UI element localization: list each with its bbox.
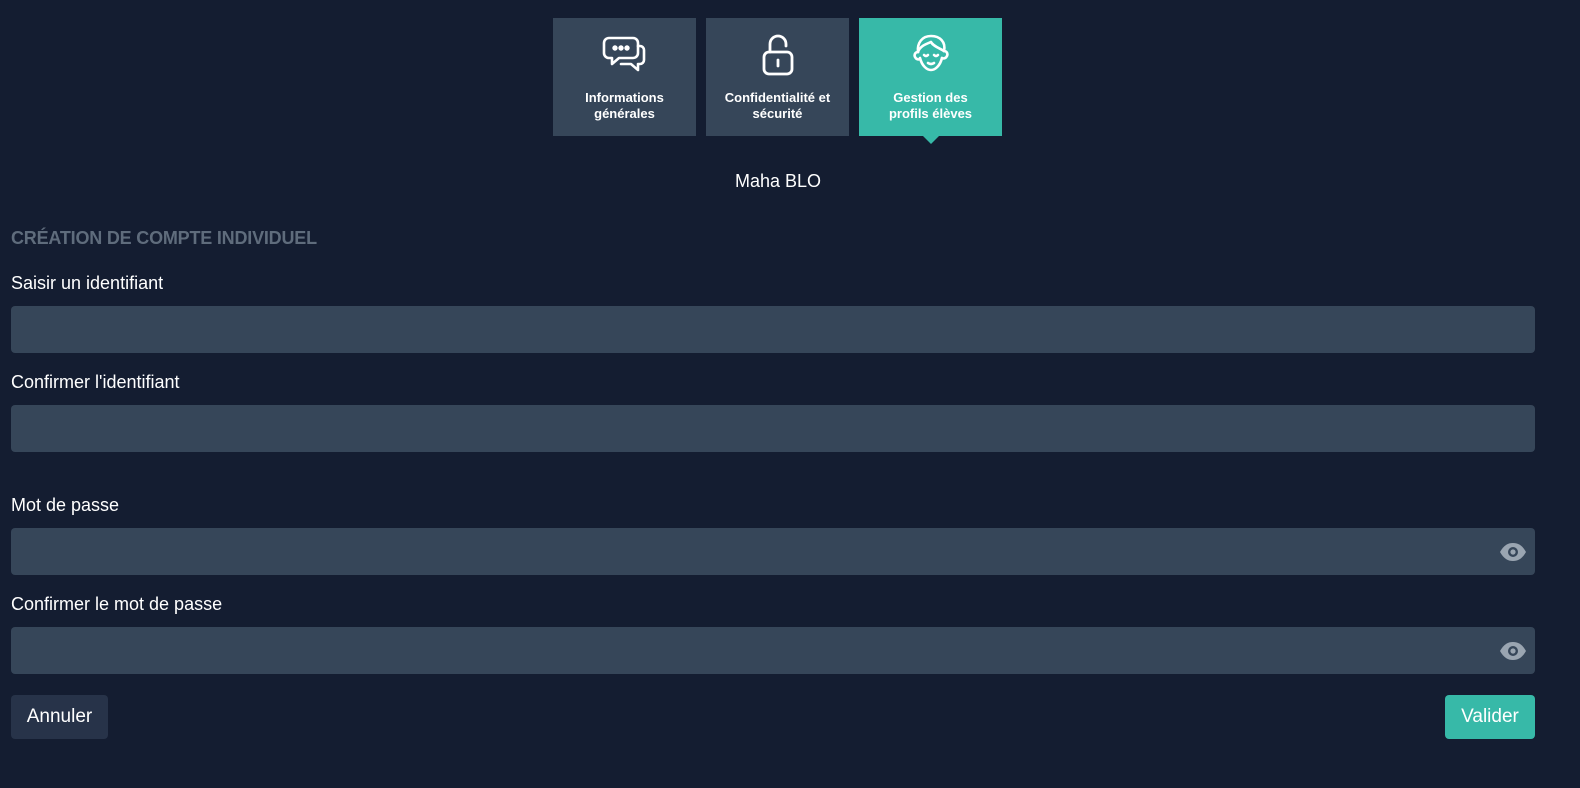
user-name: Maha BLO (734, 171, 822, 191)
tab-general-information[interactable]: Informations générales (553, 18, 696, 136)
identifier-label: Saisir un identifiant (11, 273, 164, 293)
settings-tabs: Informations générales Confidentialité e… (553, 18, 1002, 144)
eye-icon[interactable] (1499, 542, 1527, 562)
confirm-password-label: Confirmer le mot de passe (11, 594, 223, 614)
cancel-button[interactable]: Annuler (11, 695, 108, 739)
identifier-input[interactable] (11, 306, 1535, 353)
student-face-icon (907, 30, 955, 78)
tab-privacy-security-label: Confidentialité et sécurité (724, 90, 831, 121)
tab-privacy-security[interactable]: Confidentialité et sécurité (706, 18, 849, 136)
confirm-password-input[interactable] (11, 627, 1535, 674)
tab-student-profiles-label: Gestion des profils élèves (888, 90, 973, 121)
confirm-identifier-input[interactable] (11, 405, 1535, 452)
password-input[interactable] (11, 528, 1535, 575)
eye-icon[interactable] (1499, 641, 1527, 661)
password-label: Mot de passe (11, 495, 120, 515)
tab-general-information-label: Informations générales (585, 90, 664, 121)
tab-student-profiles[interactable]: Gestion des profils élèves (859, 18, 1002, 144)
section-title: CRÉATION DE COMPTE INDIVIDUEL (11, 228, 317, 248)
unlock-padlock-icon (754, 30, 802, 78)
confirm-identifier-label: Confirmer l'identifiant (11, 372, 180, 392)
chat-bubbles-icon (601, 30, 649, 78)
submit-button[interactable]: Valider (1445, 695, 1535, 739)
